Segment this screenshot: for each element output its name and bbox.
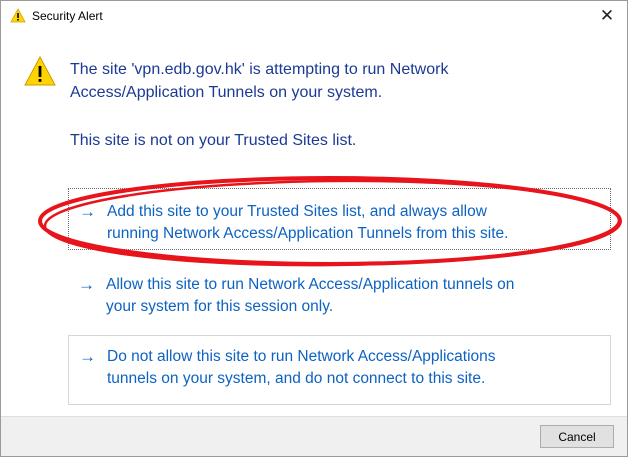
option-label-line: tunnels on your system, and do not conne…: [107, 370, 486, 387]
option-label-line: Allow this site to run Network Access/Ap…: [106, 276, 515, 293]
close-button[interactable]: ✕: [593, 3, 621, 29]
title-bar: Security Alert ✕: [1, 1, 627, 31]
trusted-sites-notice: This site is not on your Trusted Sites l…: [70, 132, 357, 149]
option-label-line: Do not allow this site to run Network Ac…: [107, 348, 496, 365]
warning-icon: [24, 55, 56, 86]
option-label: Add this site to your Trusted Sites list…: [107, 201, 602, 245]
window-title: Security Alert: [32, 9, 103, 23]
cancel-button[interactable]: Cancel: [540, 425, 614, 448]
option-label-line: your system for this session only.: [106, 298, 334, 315]
alert-message-line: The site 'vpn.edb.gov.hk' is attempting …: [70, 61, 449, 78]
warning-icon: [10, 8, 26, 23]
option-label-line: Add this site to your Trusted Sites list…: [107, 203, 487, 220]
option-allow-session[interactable]: → Allow this site to run Network Access/…: [68, 274, 611, 324]
security-alert-dialog: Security Alert ✕ The site 'vpn.edb.gov.h…: [0, 0, 628, 457]
option-label: Allow this site to run Network Access/Ap…: [106, 274, 601, 318]
arrow-right-icon: →: [79, 347, 96, 366]
option-label-line: running Network Access/Application Tunne…: [107, 225, 509, 242]
alert-message: The site 'vpn.edb.gov.hk' is attempting …: [70, 58, 590, 104]
alert-message-line: Access/Application Tunnels on your syste…: [70, 84, 383, 101]
option-deny-connect[interactable]: → Do not allow this site to run Network …: [68, 335, 611, 405]
arrow-right-icon: →: [78, 275, 95, 294]
option-add-trusted-site[interactable]: → Add this site to your Trusted Sites li…: [68, 188, 611, 250]
dialog-footer: Cancel: [1, 416, 627, 456]
option-label: Do not allow this site to run Network Ac…: [107, 346, 602, 390]
arrow-right-icon: →: [79, 202, 96, 221]
